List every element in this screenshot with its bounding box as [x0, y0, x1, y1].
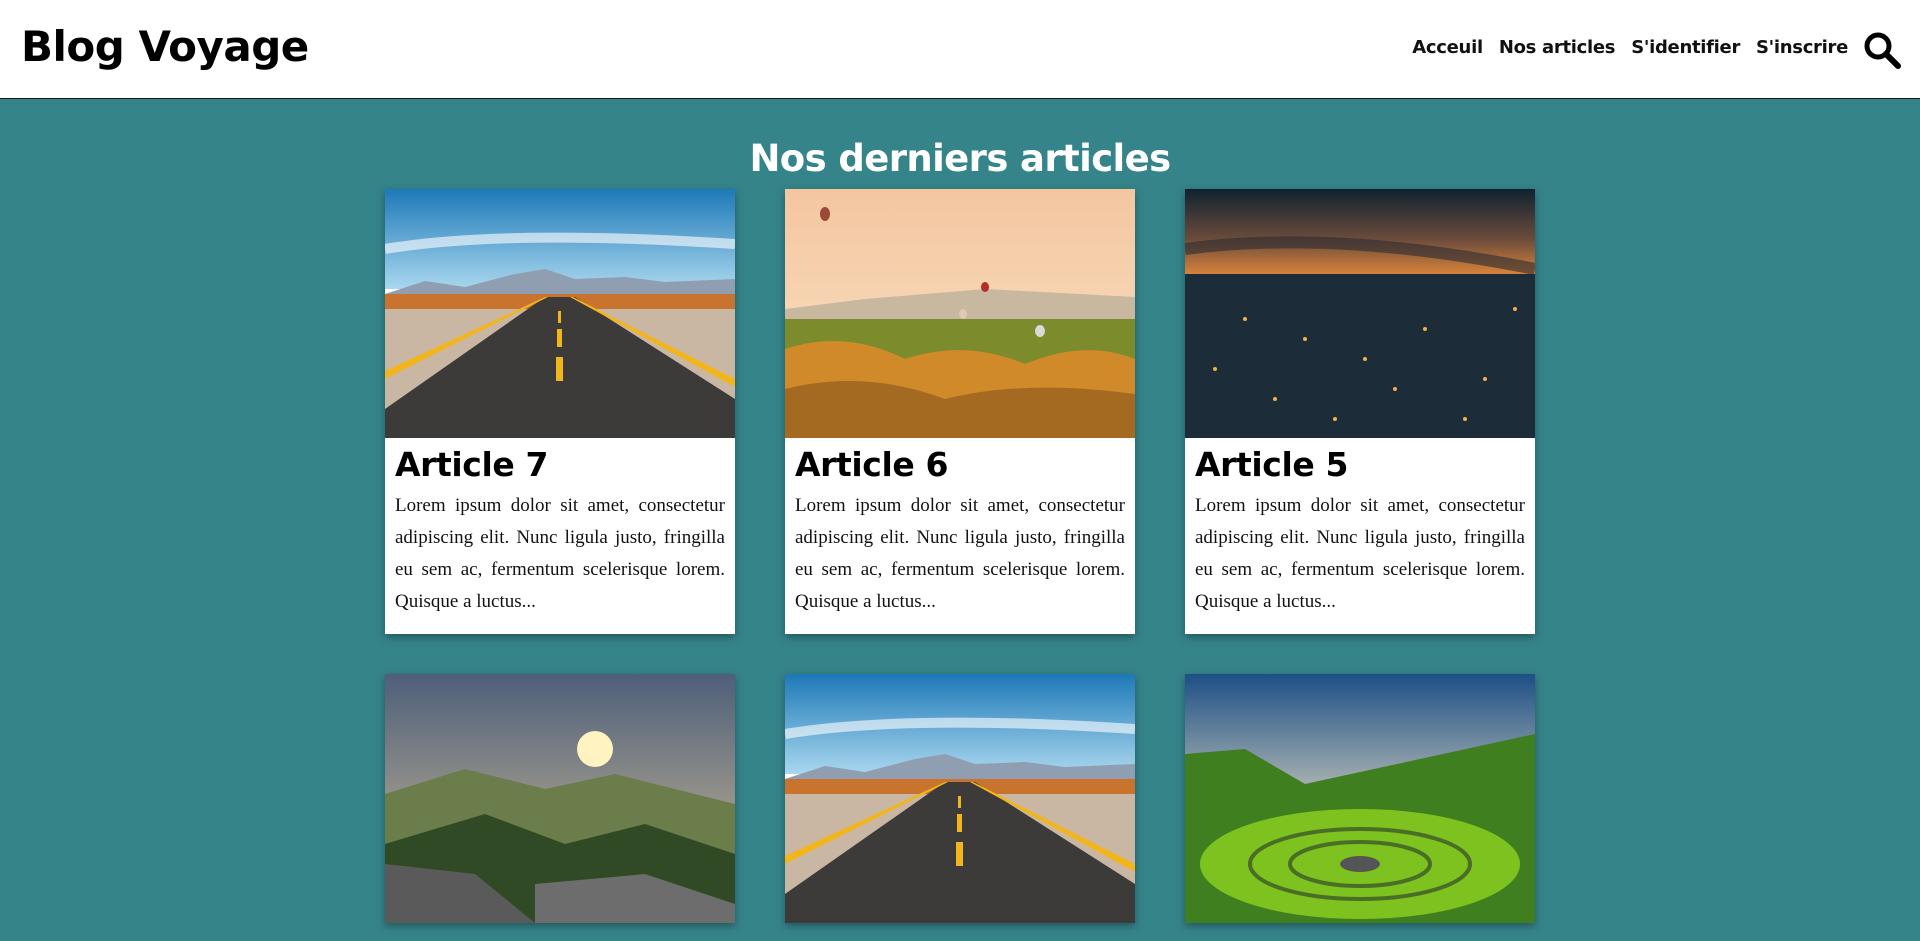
article-card[interactable]: Article 5 Lorem ipsum dolor sit amet, co… — [1185, 189, 1535, 634]
article-image — [1185, 189, 1535, 438]
article-card[interactable] — [1185, 674, 1535, 923]
article-title[interactable]: Article 5 — [1195, 444, 1525, 486]
article-image — [785, 189, 1135, 438]
article-card[interactable]: Article 6 Lorem ipsum dolor sit amet, co… — [785, 189, 1135, 634]
site-header: Blog Voyage Acceuil Nos articles S'ident… — [0, 0, 1920, 99]
article-image — [785, 674, 1135, 923]
article-card[interactable]: Article 7 Lorem ipsum dolor sit amet, co… — [385, 189, 735, 634]
article-excerpt: Lorem ipsum dolor sit amet, consectetur … — [1195, 495, 1525, 612]
nav-link-login[interactable]: S'identifier — [1631, 37, 1740, 58]
site-brand[interactable]: Blog Voyage — [21, 22, 309, 71]
nav-link-accueil[interactable]: Acceuil — [1412, 37, 1483, 58]
article-image — [385, 189, 735, 438]
article-card[interactable] — [785, 674, 1135, 923]
article-title[interactable]: Article 7 — [395, 444, 725, 486]
nav-link-signup[interactable]: S'inscrire — [1756, 37, 1848, 58]
article-image — [385, 674, 735, 923]
page-title: Nos derniers articles — [749, 136, 1171, 180]
article-excerpt: Lorem ipsum dolor sit amet, consectetur … — [395, 495, 725, 612]
nav-link-articles[interactable]: Nos articles — [1499, 37, 1616, 58]
search-button[interactable] — [1862, 30, 1902, 70]
article-title[interactable]: Article 6 — [795, 444, 1125, 486]
main-nav: Acceuil Nos articles S'identifier S'insc… — [1412, 37, 1848, 58]
article-card[interactable] — [385, 674, 735, 923]
article-image — [1185, 674, 1535, 923]
article-excerpt: Lorem ipsum dolor sit amet, consectetur … — [795, 495, 1125, 612]
search-icon — [1864, 32, 1901, 69]
articles-grid: Article 7 Lorem ipsum dolor sit amet, co… — [385, 189, 1535, 923]
